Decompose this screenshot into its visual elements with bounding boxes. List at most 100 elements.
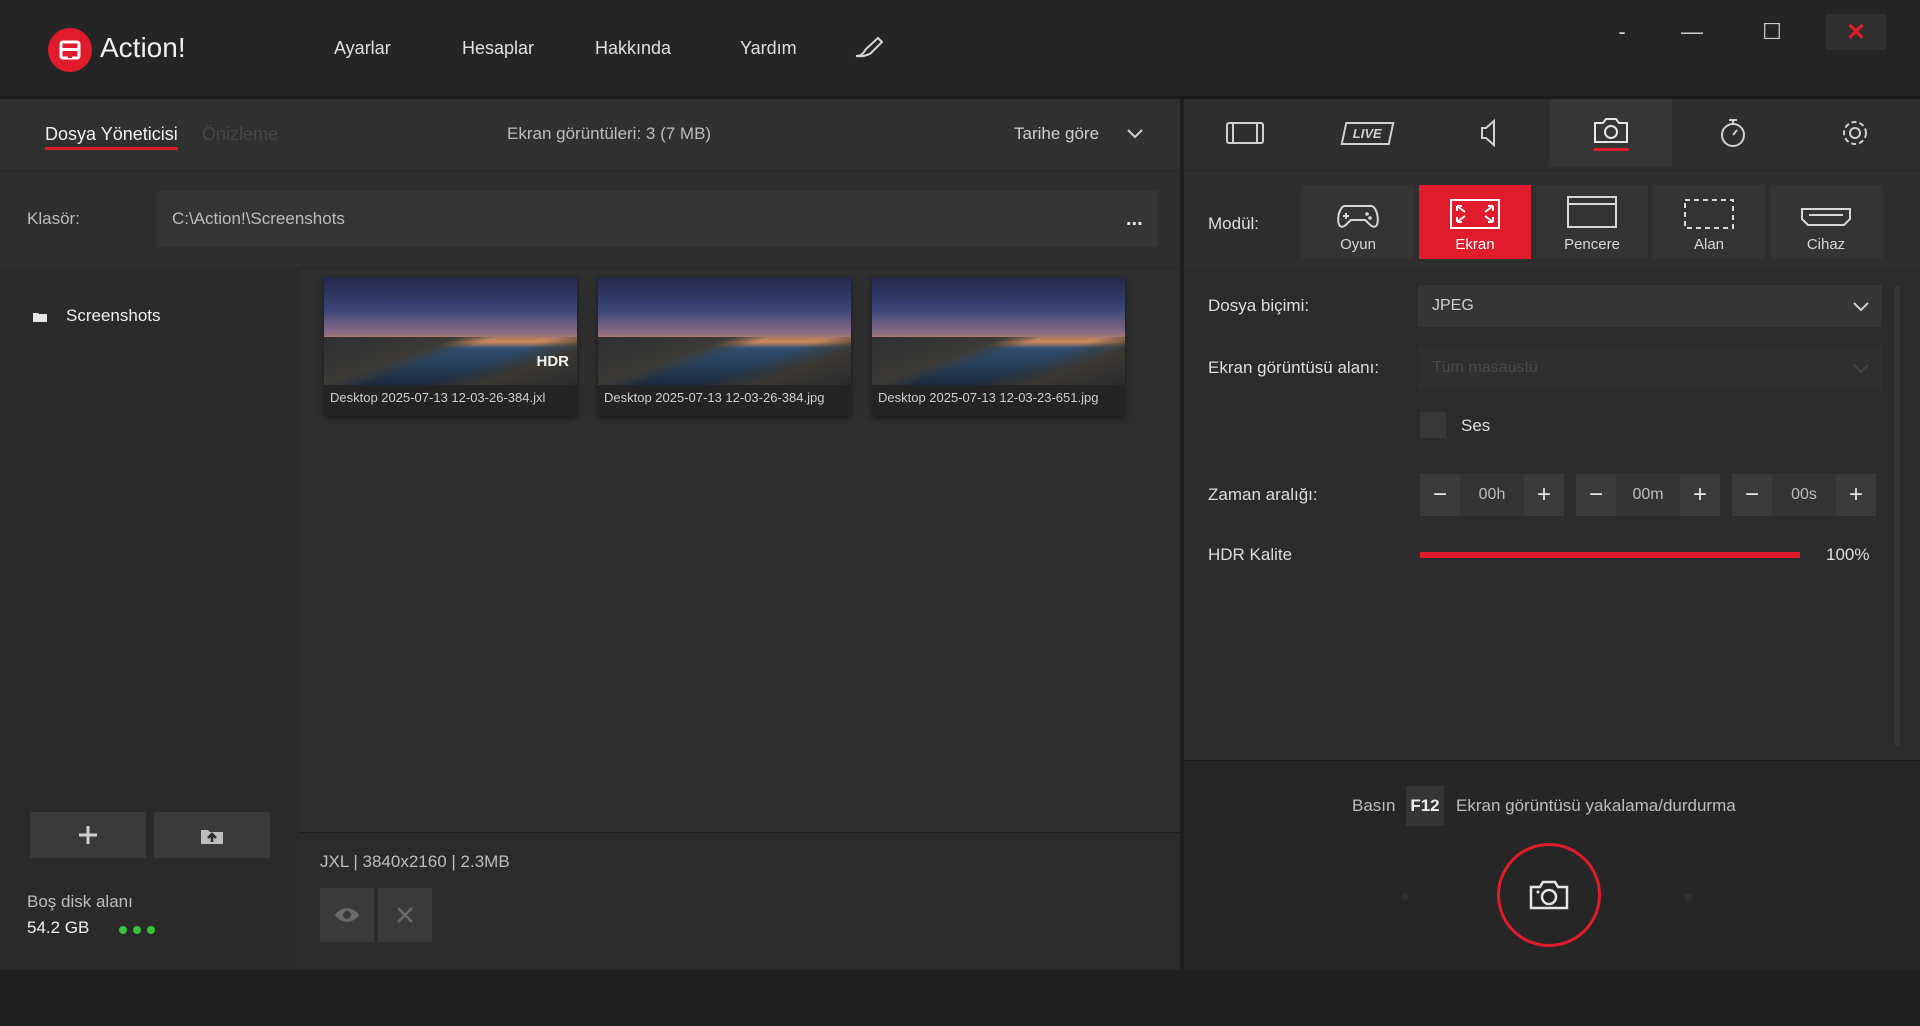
tab-file-manager[interactable]: Dosya Yöneticisi — [45, 124, 178, 150]
area-value: Tüm masaüstü — [1432, 359, 1538, 376]
app-title: Action! — [100, 32, 186, 63]
close-icon — [397, 907, 413, 923]
chevron-down-icon — [1853, 302, 1869, 312]
maximize-button[interactable]: ☐ — [1742, 14, 1802, 50]
speaker-icon — [1481, 118, 1495, 148]
folder-icon — [32, 310, 48, 328]
preview-button[interactable] — [320, 888, 374, 942]
folder-sidebar — [0, 270, 298, 970]
hdr-quality-fill — [1420, 552, 1800, 558]
format-value: JPEG — [1432, 297, 1474, 314]
fullscreen-icon — [1450, 199, 1500, 229]
tab-audio[interactable] — [1428, 99, 1550, 167]
minutes-decrement-button[interactable]: − — [1576, 474, 1616, 516]
module-area-label: Alan — [1693, 236, 1725, 253]
module-screen-label: Ekran — [1455, 236, 1495, 253]
tab-screenshot[interactable] — [1550, 99, 1672, 167]
thumbnail-item[interactable]: Desktop 2025-07-13 12-03-23-651.jpg — [872, 277, 1125, 416]
screenshot-count: Ekran görüntüleri: 3 (7 MB) — [507, 124, 712, 143]
hdr-quality-label: HDR Kalite — [1208, 545, 1293, 564]
seconds-decrement-button[interactable]: − — [1732, 474, 1772, 516]
disk-status-dots — [118, 922, 158, 940]
module-window-label: Pencere — [1564, 236, 1620, 253]
sound-checkbox[interactable] — [1420, 412, 1446, 438]
hours-decrement-button[interactable]: − — [1420, 474, 1460, 516]
module-label: Modül: — [1208, 214, 1260, 233]
close-button[interactable]: ✕ — [1826, 14, 1886, 50]
thumbnail-caption: Desktop 2025-07-13 12-03-26-384.jxl — [330, 390, 546, 405]
gamepad-icon — [1337, 205, 1379, 228]
indicator-dot-right — [1684, 893, 1692, 901]
minutes-increment-button[interactable]: + — [1680, 474, 1720, 516]
folder-tree-item[interactable]: Screenshots — [66, 306, 161, 326]
sort-dropdown[interactable]: Tarihe göre — [1014, 124, 1099, 144]
film-icon — [1226, 122, 1264, 144]
brush-icon[interactable] — [852, 34, 886, 65]
disk-space-label: Boş disk alanı — [27, 892, 133, 911]
folder-label: Klasör: — [27, 209, 80, 228]
module-game[interactable]: Oyun — [1302, 185, 1414, 259]
thumbnail-image — [598, 277, 851, 385]
live-icon: LIVE — [1340, 121, 1394, 145]
hours-value[interactable]: 00h — [1460, 474, 1524, 516]
delete-button[interactable] — [378, 888, 432, 942]
module-window[interactable]: Pencere — [1536, 185, 1648, 259]
tab-live[interactable]: LIVE — [1306, 99, 1428, 167]
hours-increment-button[interactable]: + — [1524, 474, 1564, 516]
minutes-stepper: − 00m + — [1576, 474, 1720, 516]
tab-timer[interactable] — [1672, 99, 1794, 167]
app-logo-icon — [48, 28, 92, 72]
seconds-stepper: − 00s + — [1732, 474, 1876, 516]
sound-label: Ses — [1461, 416, 1491, 435]
chevron-down-icon[interactable] — [1126, 126, 1144, 145]
settings-scrollbar[interactable] — [1894, 286, 1900, 746]
folder-browse-button[interactable]: ... — [1126, 208, 1143, 231]
tab-settings[interactable] — [1794, 99, 1916, 167]
hdmi-icon — [1801, 208, 1851, 226]
hdr-quality-slider[interactable] — [1420, 552, 1800, 558]
gear-icon — [1843, 121, 1867, 145]
hotkey-action-label: Ekran görüntüsü yakalama/durdurma — [1456, 796, 1736, 815]
format-label: Dosya biçimi: — [1208, 296, 1310, 315]
active-tab-indicator — [1593, 148, 1629, 151]
open-folder-button[interactable] — [154, 812, 270, 858]
status-bar — [0, 970, 1920, 1026]
minimize-button[interactable]: — — [1662, 14, 1722, 50]
hdr-badge: HDR — [536, 353, 570, 370]
hotkey-key: F12 — [1406, 786, 1444, 826]
menu-hesaplar[interactable]: Hesaplar — [462, 38, 534, 59]
seconds-value[interactable]: 00s — [1772, 474, 1836, 516]
module-screen[interactable]: Ekran — [1419, 185, 1531, 259]
menu-ayarlar[interactable]: Ayarlar — [334, 38, 391, 59]
capture-button[interactable] — [1497, 843, 1601, 947]
disk-space-value: 54.2 GB — [27, 918, 90, 937]
stopwatch-icon — [1721, 119, 1745, 147]
file-info-text: JXL | 3840x2160 | 2.3MB — [320, 852, 510, 871]
module-area[interactable]: Alan — [1653, 185, 1765, 259]
hotkey-press-label: Basın — [1352, 796, 1396, 815]
thumbnail-caption: Desktop 2025-07-13 12-03-26-384.jpg — [604, 390, 825, 405]
module-device[interactable]: Cihaz — [1770, 185, 1882, 259]
chevron-down-icon — [1853, 364, 1869, 374]
area-label: Ekran görüntüsü alanı: — [1208, 358, 1380, 377]
tab-preview[interactable]: Önizleme — [202, 124, 278, 145]
tab-video[interactable] — [1184, 99, 1306, 167]
thumbnail-item[interactable]: Desktop 2025-07-13 12-03-26-384.jpg — [598, 277, 851, 416]
menu-hakkinda[interactable]: Hakkında — [595, 38, 671, 59]
folder-path-text: C:\Action!\Screenshots — [172, 209, 345, 228]
module-game-label: Oyun — [1340, 236, 1376, 253]
thumbnail-item[interactable]: HDR Desktop 2025-07-13 12-03-26-384.jxl — [324, 277, 577, 416]
area-select: Tüm masaüstü — [1418, 347, 1882, 389]
module-device-label: Cihaz — [1806, 236, 1846, 253]
menu-yardim[interactable]: Yardım — [740, 38, 797, 59]
indicator-dot-left — [1401, 893, 1409, 901]
add-folder-button[interactable] — [30, 812, 146, 858]
minutes-value[interactable]: 00m — [1616, 474, 1680, 516]
region-icon — [1684, 199, 1734, 229]
minimize-small-button[interactable]: - — [1592, 14, 1652, 50]
interval-label: Zaman aralığı: — [1208, 485, 1318, 504]
window-icon — [1567, 196, 1617, 228]
thumbnail-image — [872, 277, 1125, 385]
format-select[interactable]: JPEG — [1418, 285, 1882, 327]
seconds-increment-button[interactable]: + — [1836, 474, 1876, 516]
